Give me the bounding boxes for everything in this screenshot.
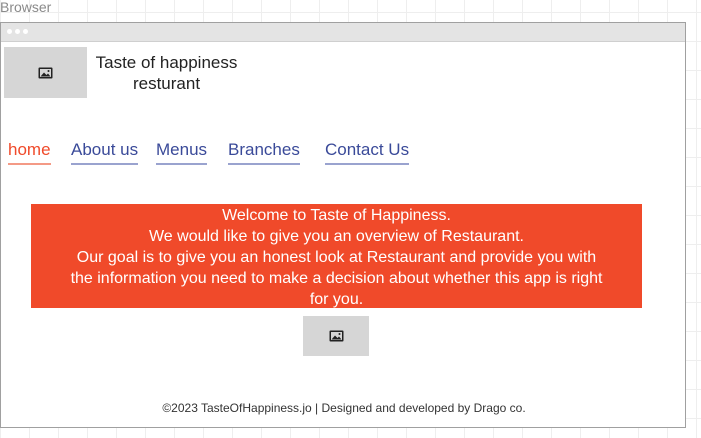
- welcome-banner: Welcome to Taste of Happiness. We would …: [31, 204, 642, 308]
- brand-line-1: Taste of happiness: [95, 53, 238, 72]
- nav-link-branches[interactable]: Branches: [228, 139, 300, 165]
- browser-window-mockup: Taste of happiness resturant home About …: [0, 22, 686, 428]
- welcome-line: We would like to give you an overview of…: [148, 228, 524, 245]
- window-dot: [15, 29, 20, 34]
- nav-link-home[interactable]: home: [8, 139, 51, 165]
- restaurant-name: Taste of happiness resturant: [89, 52, 244, 94]
- nav-link-contact-us[interactable]: Contact Us: [325, 139, 410, 165]
- main-navigation: home About us Menus Branches Contact Us: [1, 139, 687, 169]
- image-placeholder-icon: [329, 330, 343, 342]
- nav-link-menus[interactable]: Menus: [156, 139, 208, 165]
- welcome-line: Our goal is to give you an honest look a…: [76, 249, 597, 266]
- welcome-line: for you.: [309, 291, 364, 308]
- welcome-line: Welcome to Taste of Happiness.: [222, 207, 451, 224]
- logo-image-placeholder: [4, 47, 87, 98]
- window-dot: [23, 29, 28, 34]
- canvas-label: Browser: [0, 0, 52, 15]
- browser-title-bar: [1, 23, 685, 42]
- welcome-line: the information you need to make a decis…: [70, 270, 603, 287]
- image-placeholder-icon: [38, 67, 53, 78]
- content-image-placeholder: [303, 316, 369, 356]
- nav-link-about-us[interactable]: About us: [71, 139, 139, 165]
- brand-line-2: resturant: [132, 74, 201, 93]
- design-canvas: Browser Taste of happiness resturant hom…: [0, 0, 701, 438]
- footer-copyright: ©2023 TasteOfHappiness.jo | Designed and…: [162, 401, 526, 415]
- window-dots: [7, 29, 28, 34]
- window-dot: [7, 29, 12, 34]
